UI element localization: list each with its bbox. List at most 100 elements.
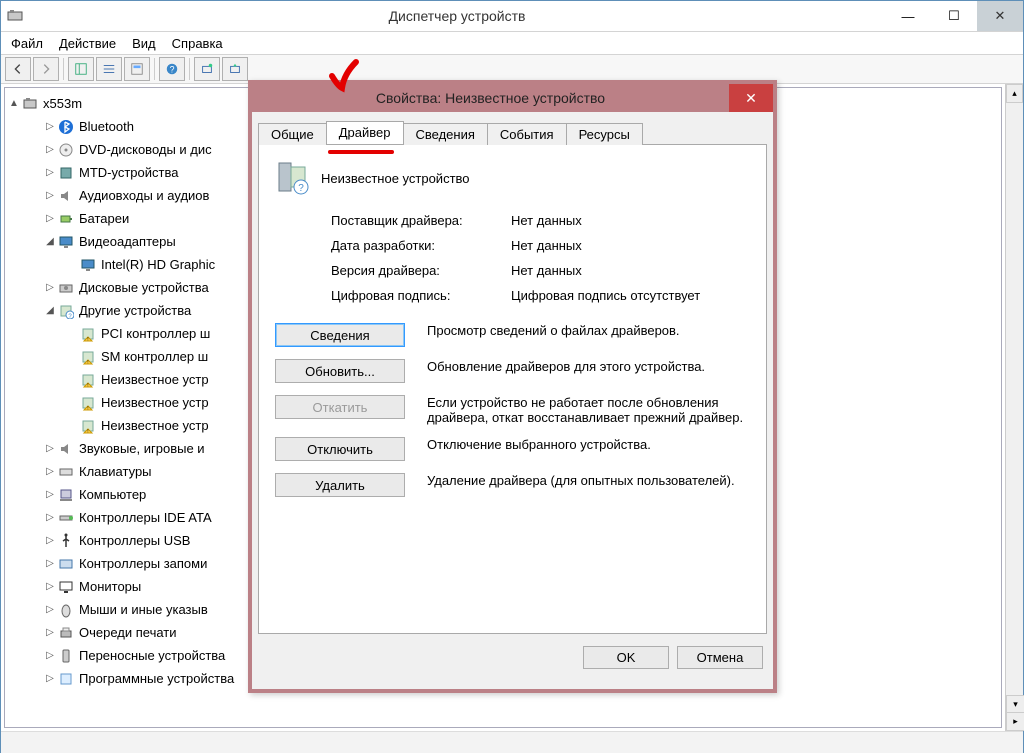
expand-arrow[interactable]: ▷ [43, 506, 57, 529]
expand-arrow[interactable]: ▷ [43, 575, 57, 598]
tab-Сведения[interactable]: Сведения [403, 123, 488, 145]
chip-icon [57, 164, 75, 182]
action-button-Удалить[interactable]: Удалить [275, 473, 405, 497]
dialog-titlebar: Свойства: Неизвестное устройство ✕ [252, 84, 773, 112]
help-button[interactable]: ? [159, 57, 185, 81]
info-value: Цифровая подпись отсутствует [511, 288, 750, 303]
monitor-icon [57, 578, 75, 596]
close-button[interactable]: ✕ [977, 1, 1023, 31]
action-row: ОткатитьЕсли устройство не работает посл… [275, 395, 750, 425]
cancel-button[interactable]: Отмена [677, 646, 763, 669]
action-description: Обновление драйверов для этого устройств… [427, 359, 750, 374]
tree-item-label: Переносные устройства [79, 644, 225, 667]
update-driver-button[interactable] [222, 57, 248, 81]
info-row: Цифровая подпись:Цифровая подпись отсутс… [275, 288, 750, 303]
scroll-up-button[interactable]: ▴ [1006, 84, 1023, 103]
tab-Ресурсы[interactable]: Ресурсы [566, 123, 643, 145]
tree-item-label: SM контроллер ш [101, 345, 208, 368]
vertical-scrollbar[interactable]: ▴ ▾ ▸ [1005, 84, 1023, 731]
window-title: Диспетчер устройств [29, 8, 885, 24]
info-label: Поставщик драйвера: [275, 213, 511, 228]
properties-button[interactable] [124, 57, 150, 81]
tree-item-label: Программные устройства [79, 667, 234, 690]
svg-text:!: ! [87, 360, 88, 365]
expand-arrow[interactable]: ▷ [43, 138, 57, 161]
warn-icon: ! [79, 394, 97, 412]
expand-arrow[interactable]: ▷ [43, 552, 57, 575]
scroll-right-button[interactable]: ▸ [1006, 712, 1024, 731]
expand-arrow[interactable]: ▷ [43, 161, 57, 184]
computer-icon [21, 95, 39, 113]
expand-arrow[interactable]: ▷ [43, 207, 57, 230]
expand-arrow[interactable]: ▷ [43, 644, 57, 667]
menu-file[interactable]: Файл [11, 36, 43, 51]
info-row: Поставщик драйвера:Нет данных [275, 213, 750, 228]
menu-help[interactable]: Справка [172, 36, 223, 51]
action-button-Сведения[interactable]: Сведения [275, 323, 405, 347]
printer-icon [57, 624, 75, 642]
ok-button[interactable]: OK [583, 646, 669, 669]
tree-item-label: Контроллеры USB [79, 529, 190, 552]
tree-item-label: PCI контроллер ш [101, 322, 210, 345]
info-value: Нет данных [511, 238, 750, 253]
action-button-Отключить[interactable]: Отключить [275, 437, 405, 461]
menu-action[interactable]: Действие [59, 36, 116, 51]
expand-arrow[interactable]: ▷ [43, 460, 57, 483]
battery-icon [57, 210, 75, 228]
svg-text:?: ? [298, 183, 304, 194]
maximize-button[interactable]: ☐ [931, 1, 977, 31]
tree-item-label: Bluetooth [79, 115, 134, 138]
svg-text:!: ! [87, 406, 88, 411]
expand-arrow[interactable]: ▷ [43, 276, 57, 299]
expand-arrow[interactable]: ▷ [43, 184, 57, 207]
expand-arrow[interactable]: ▷ [43, 483, 57, 506]
drive-icon [57, 279, 75, 297]
expand-arrow[interactable]: ▷ [43, 529, 57, 552]
dialog-tabs: ОбщиеДрайверСведенияСобытияРесурсы [252, 112, 773, 144]
back-button[interactable] [5, 57, 31, 81]
action-button-Откатить[interactable]: Откатить [275, 395, 405, 419]
expand-arrow[interactable]: ◢ [43, 299, 57, 322]
tree-root-label[interactable]: x553m [43, 92, 82, 115]
svg-text:!: ! [87, 383, 88, 388]
titlebar: Диспетчер устройств — ☐ ✕ [1, 1, 1023, 32]
action-button-Обновить...[interactable]: Обновить... [275, 359, 405, 383]
tab-Драйвер[interactable]: Драйвер [326, 121, 404, 144]
warn-icon: ! [79, 348, 97, 366]
tree-item-label: Intel(R) HD Graphic [101, 253, 215, 276]
warn-icon: ! [79, 325, 97, 343]
tab-Общие[interactable]: Общие [258, 123, 327, 145]
view-tree-button[interactable] [68, 57, 94, 81]
audio-icon [57, 440, 75, 458]
expand-arrow[interactable]: ▷ [43, 115, 57, 138]
properties-dialog: Свойства: Неизвестное устройство ✕ Общие… [248, 80, 777, 693]
expand-arrow[interactable]: ◢ [43, 230, 57, 253]
info-label: Версия драйвера: [275, 263, 511, 278]
dialog-close-button[interactable]: ✕ [729, 84, 773, 112]
tree-item-label: Мыши и иные указыв [79, 598, 208, 621]
device-name: Неизвестное устройство [321, 171, 470, 186]
menu-view[interactable]: Вид [132, 36, 156, 51]
action-description: Удаление драйвера (для опытных пользоват… [427, 473, 750, 488]
menubar: Файл Действие Вид Справка [1, 32, 1023, 55]
expand-arrow[interactable]: ▷ [43, 598, 57, 621]
usb-icon [57, 532, 75, 550]
view-list-button[interactable] [96, 57, 122, 81]
tree-item-label: Неизвестное устр [101, 414, 209, 437]
svg-text:!: ! [87, 337, 88, 342]
expand-arrow[interactable]: ▷ [43, 621, 57, 644]
action-row: Удалить Удаление драйвера (для опытных по… [275, 473, 750, 497]
warn-icon: ! [79, 371, 97, 389]
tree-item-label: Батареи [79, 207, 129, 230]
scan-button[interactable] [194, 57, 220, 81]
expand-arrow[interactable]: ▷ [43, 437, 57, 460]
info-label: Цифровая подпись: [275, 288, 511, 303]
minimize-button[interactable]: — [885, 1, 931, 31]
forward-button[interactable] [33, 57, 59, 81]
action-description: Отключение выбранного устройства. [427, 437, 750, 452]
tab-События[interactable]: События [487, 123, 567, 145]
device-manager-window: Диспетчер устройств — ☐ ✕ Файл Действие … [0, 0, 1024, 753]
statusbar [1, 731, 1023, 753]
ide-icon [57, 509, 75, 527]
expand-arrow[interactable]: ▷ [43, 667, 57, 690]
